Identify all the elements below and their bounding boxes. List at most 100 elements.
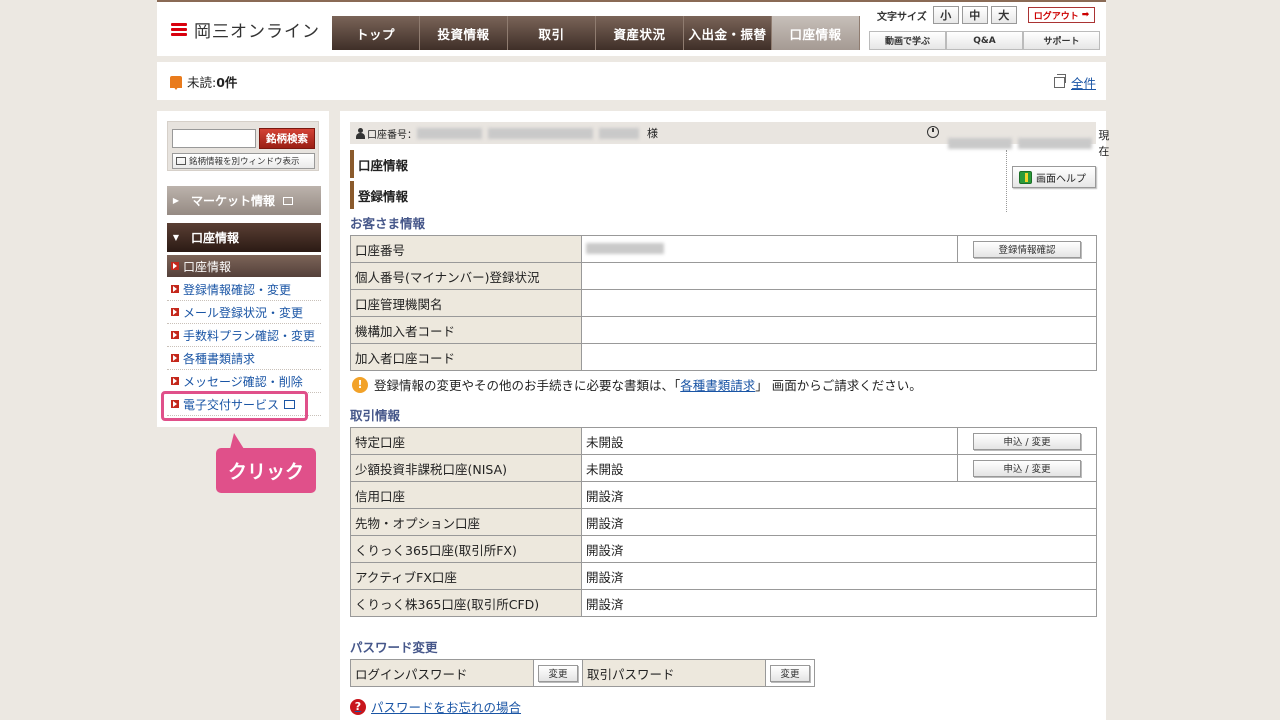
global-nav: トップ 投資情報 取引 資産状況 入出金・振替 口座情報 — [332, 16, 860, 50]
okasan-logo-icon — [169, 20, 189, 40]
nav-top[interactable]: トップ — [332, 16, 420, 50]
row-status: 未開設 — [581, 427, 958, 455]
sidebar-item-label: 手数料プラン確認・変更 — [183, 328, 316, 343]
font-size-large-button[interactable]: 大 — [990, 6, 1017, 24]
masked-name — [488, 127, 593, 139]
row-label: くりっく365口座(取引所FX) — [350, 535, 582, 563]
sidebar-item-email[interactable]: メール登録状況・変更 — [167, 301, 321, 324]
new-window-label: 銘柄情報を別ウィンドウ表示 — [189, 157, 300, 167]
row-label: 信用口座 — [350, 481, 582, 509]
row-action: 登録情報確認 — [957, 235, 1097, 263]
message-icon — [170, 75, 182, 90]
open-in-new-window-button[interactable]: 銘柄情報を別ウィンドウ表示 — [172, 153, 315, 169]
row-label: 少額投資非課税口座(NISA) — [350, 454, 582, 482]
learn-video-link[interactable]: 動画で学ぶ — [869, 31, 946, 50]
table-row: 口座管理機関名 — [350, 289, 1097, 317]
header: 岡三オンライン トップ 投資情報 取引 資産状況 入出金・振替 口座情報 文字サ… — [157, 0, 1106, 56]
change-trade-password-button[interactable]: 変更 — [770, 664, 810, 682]
account-info-label: 口座情報 — [191, 231, 240, 245]
notice: ! 登録情報の変更やその他のお手続きに必要な書類は、「 各種書類請求 」 画面か… — [352, 375, 922, 394]
window-icon — [176, 157, 186, 165]
question-icon: ? — [350, 698, 366, 715]
font-size-small-button[interactable]: 小 — [932, 6, 959, 24]
nav-assets[interactable]: 資産状況 — [596, 16, 684, 50]
triangle-right-icon: ▶ — [172, 196, 180, 205]
main-content: 口座番号： 様 現在 口座情報 登録情報 画面ヘルプ お客さま情報 口座番号 登… — [340, 111, 1109, 720]
unread-messages[interactable]: 未読: 0件 — [170, 72, 237, 91]
logout-button[interactable]: ログアウト ➡ — [1027, 7, 1096, 23]
bullet-icon — [171, 377, 179, 385]
clock-icon — [927, 126, 939, 138]
all-messages-link[interactable]: 全件 — [1053, 73, 1096, 92]
password-table: ログインパスワード 変更 取引パスワード 変更 — [350, 659, 815, 687]
all-link-label: 全件 — [1070, 76, 1096, 91]
sidebar-item-registration[interactable]: 登録情報確認・変更 — [167, 278, 321, 301]
apply-change-button[interactable]: 申込 / 変更 — [973, 459, 1081, 477]
divider — [1006, 150, 1007, 212]
nav-deposit-transfer[interactable]: 入出金・振替 — [684, 16, 772, 50]
table-row: 口座番号 登録情報確認 — [350, 235, 1097, 263]
sidebar-market-info[interactable]: ▶ マーケット情報 — [167, 186, 321, 215]
nav-investment-info[interactable]: 投資情報 — [420, 16, 508, 50]
row-label: 先物・オプション口座 — [350, 508, 582, 536]
nav-trade[interactable]: 取引 — [508, 16, 596, 50]
sidebar: 銘柄検索 銘柄情報を別ウィンドウ表示 ▶ マーケット情報 ▼ 口座情報 口座情報… — [157, 111, 329, 427]
sidebar-account-info[interactable]: ▼ 口座情報 — [167, 223, 321, 252]
view-registration-button[interactable]: 登録情報確認 — [973, 240, 1081, 258]
account-number-label: 口座番号： — [367, 129, 417, 141]
nav-account-info[interactable]: 口座情報 — [772, 16, 860, 50]
stock-search-button[interactable]: 銘柄検索 — [259, 128, 315, 149]
qa-link[interactable]: Q&A — [946, 31, 1023, 50]
logo[interactable]: 岡三オンライン — [169, 17, 320, 42]
table-row: アクティブFX口座 開設済 — [350, 562, 1097, 590]
sidebar-item-fee-plan[interactable]: 手数料プラン確認・変更 — [167, 324, 321, 347]
screen-help-button[interactable]: 画面ヘルプ — [1012, 166, 1096, 188]
bullet-icon — [171, 308, 179, 316]
document-request-link[interactable]: 各種書類請求 — [680, 375, 755, 394]
page-title: 口座情報 — [350, 150, 408, 178]
apply-change-button[interactable]: 申込 / 変更 — [973, 432, 1081, 450]
click-highlight — [161, 391, 308, 421]
support-link[interactable]: サポート — [1023, 31, 1100, 50]
change-login-password-button[interactable]: 変更 — [538, 664, 578, 682]
table-row: 少額投資非課税口座(NISA) 未開設 申込 / 変更 — [350, 454, 1097, 482]
bullet-icon — [171, 331, 179, 339]
bullet-icon — [171, 354, 179, 362]
sidebar-item-account-info[interactable]: 口座情報 — [167, 255, 321, 277]
table-row: 信用口座 開設済 — [350, 481, 1097, 509]
sidebar-item-label: 口座情報 — [183, 259, 232, 274]
row-status: 開設済 — [581, 481, 1097, 509]
table-row: 特定口座 未開設 申込 / 変更 — [350, 427, 1097, 455]
unread-label: 未読: — [187, 75, 217, 90]
triangle-down-icon: ▼ — [172, 233, 180, 242]
sidebar-item-label: メッセージ確認・削除 — [183, 374, 303, 389]
sidebar-item-label: メール登録状況・変更 — [183, 305, 304, 320]
row-label: 口座番号 — [350, 235, 582, 263]
row-label: 加入者口座コード — [350, 343, 582, 371]
forgot-password-link[interactable]: ? パスワードをお忘れの場合 — [350, 697, 521, 716]
customer-info-heading: お客さま情報 — [350, 216, 426, 231]
brand-name: 岡三オンライン — [194, 22, 320, 42]
logout-label: ログアウト — [1033, 11, 1079, 22]
row-action: 申込 / 変更 — [957, 454, 1097, 482]
customer-info-table: 口座番号 登録情報確認 個人番号(マイナンバー)登録状況 口座管理機関名 機構加… — [350, 235, 1097, 371]
table-row: くりっく株365口座(取引所CFD) 開設済 — [350, 589, 1097, 617]
warning-icon: ! — [352, 376, 368, 393]
trading-info-heading: 取引情報 — [350, 408, 401, 423]
row-label: 個人番号(マイナンバー)登録状況 — [350, 262, 582, 290]
table-row: 加入者口座コード — [350, 343, 1097, 371]
row-value — [581, 262, 1097, 290]
row-status: 開設済 — [581, 508, 1097, 536]
arrow-right-icon: ➡ — [1081, 10, 1090, 20]
forgot-password-label: パスワードをお忘れの場合 — [371, 700, 522, 715]
sidebar-item-document-request[interactable]: 各種書類請求 — [167, 347, 321, 370]
stock-search-input[interactable] — [172, 129, 256, 148]
unread-count: 0件 — [216, 75, 238, 90]
table-row: くりっく365口座(取引所FX) 開設済 — [350, 535, 1097, 563]
font-size-medium-button[interactable]: 中 — [961, 6, 988, 24]
sidebar-item-messages[interactable]: メッセージ確認・削除 — [167, 370, 321, 393]
trade-password-label: 取引パスワード — [582, 659, 766, 687]
account-bar: 口座番号： 様 現在 — [350, 122, 1109, 158]
help-label: 画面ヘルプ — [1036, 173, 1086, 185]
page-titles: 口座情報 登録情報 — [350, 150, 408, 209]
